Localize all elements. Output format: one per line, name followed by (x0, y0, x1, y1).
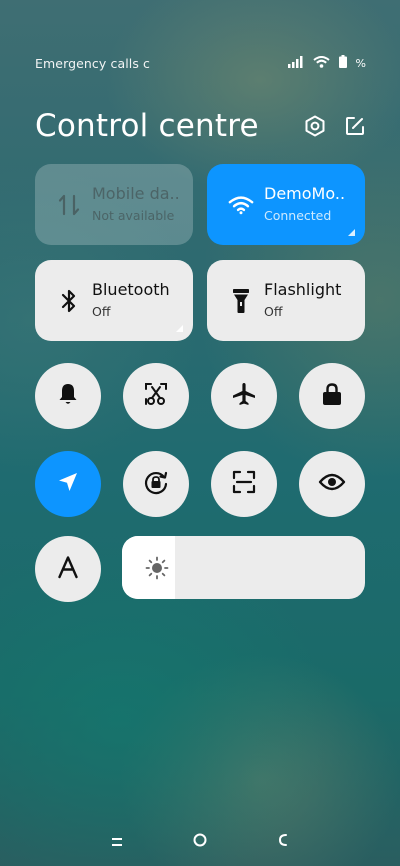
location-toggle[interactable] (35, 451, 101, 517)
wifi-icon (312, 55, 330, 71)
back-icon (278, 832, 288, 851)
screenshot-icon (143, 381, 169, 411)
location-icon (57, 471, 79, 497)
sun-icon (145, 556, 169, 580)
wifi-status: Connected (264, 208, 332, 223)
status-bar: Emergency calls c % (35, 54, 366, 72)
lock-screen-toggle[interactable] (299, 363, 365, 429)
airplane-icon (231, 381, 257, 411)
mobile-data-status: Not available (92, 208, 175, 223)
flashlight-icon (228, 288, 254, 314)
edit-icon[interactable] (344, 115, 366, 137)
signal-icon (287, 55, 304, 71)
settings-icon[interactable] (304, 115, 326, 137)
airplane-mode-toggle[interactable] (211, 363, 277, 429)
wifi-icon (228, 195, 254, 215)
bluetooth-status: Off (92, 304, 111, 319)
flashlight-tile[interactable]: Flashlight Off (207, 260, 365, 341)
eye-icon (318, 472, 346, 496)
bluetooth-label: Bluetooth (92, 280, 170, 299)
header: Control centre (35, 106, 366, 146)
font-size-icon (57, 555, 79, 583)
battery-percent: % (355, 56, 366, 70)
scanner-toggle[interactable] (211, 451, 277, 517)
battery-icon (338, 55, 347, 71)
bluetooth-icon (56, 288, 82, 314)
reading-mode-toggle[interactable] (299, 451, 365, 517)
back-button[interactable] (268, 826, 298, 856)
recent-apps-button[interactable] (102, 826, 132, 856)
bell-icon (57, 382, 79, 410)
status-text: Emergency calls c (35, 55, 151, 71)
mobile-data-tile[interactable]: Mobile da.. Not available (35, 164, 193, 245)
scan-icon (231, 469, 257, 499)
recent-apps-icon (111, 832, 123, 851)
expand-corner-icon (348, 229, 355, 236)
wifi-tile[interactable]: DemoMo.. Connected (207, 164, 365, 245)
bluetooth-tile[interactable]: Bluetooth Off (35, 260, 193, 341)
mobile-data-label: Mobile da.. (92, 184, 180, 203)
rotation-lock-toggle[interactable] (123, 451, 189, 517)
rotation-lock-icon (142, 468, 170, 500)
wifi-label: DemoMo.. (264, 184, 346, 203)
page-title: Control centre (35, 108, 259, 144)
screenshot-toggle[interactable] (123, 363, 189, 429)
expand-corner-icon (176, 325, 183, 332)
flashlight-status: Off (264, 304, 283, 319)
flashlight-label: Flashlight (264, 280, 342, 299)
brightness-slider[interactable] (122, 536, 365, 599)
home-icon (193, 832, 207, 851)
home-button[interactable] (185, 826, 215, 856)
font-size-toggle[interactable] (35, 536, 101, 602)
status-icons: % (287, 55, 366, 71)
navigation-bar (0, 826, 400, 856)
mobile-data-icon (56, 193, 82, 217)
lock-icon (321, 382, 343, 410)
notifications-toggle[interactable] (35, 363, 101, 429)
